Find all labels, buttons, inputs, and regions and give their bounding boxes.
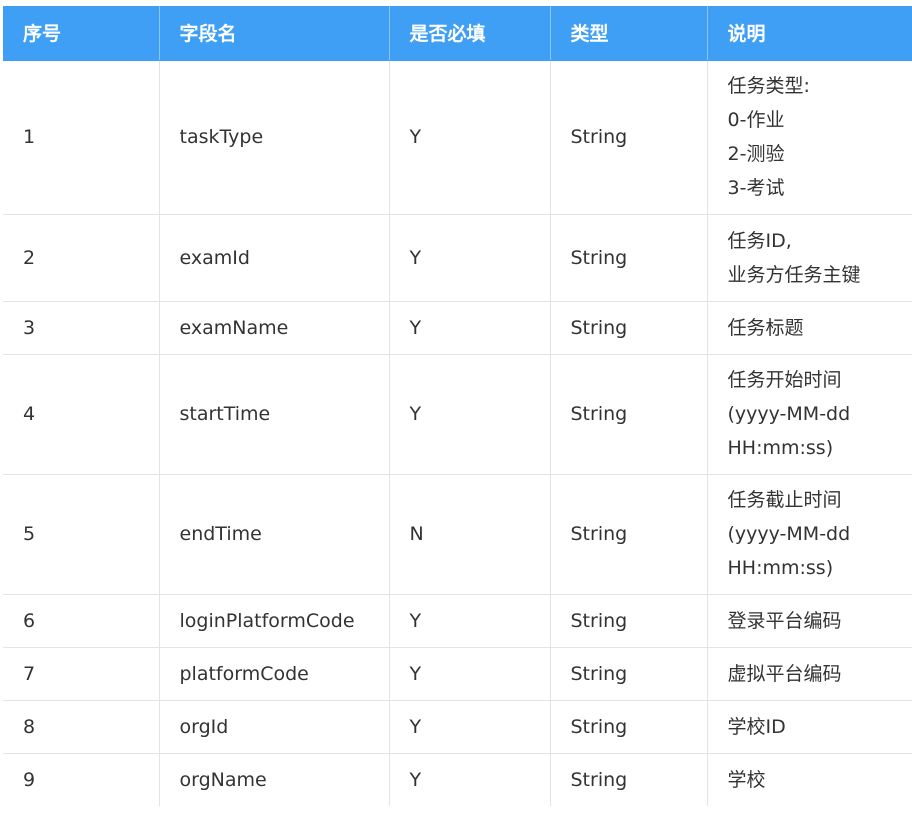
table-body: 1 taskType Y String 任务类型: 0-作业 2-测验 3-考试… bbox=[3, 60, 912, 806]
cell-type: String bbox=[550, 354, 708, 475]
table-row: 3 examName Y String 任务标题 bbox=[3, 301, 912, 355]
cell-field: startTime bbox=[159, 354, 390, 475]
cell-type: String bbox=[550, 700, 708, 754]
cell-desc: 虚拟平台编码 bbox=[707, 647, 912, 701]
desc-line: 虚拟平台编码 bbox=[727, 662, 842, 685]
cell-desc: 学校 bbox=[707, 753, 912, 806]
header-required: 是否必填 bbox=[389, 6, 551, 61]
cell-field: endTime bbox=[159, 474, 390, 595]
header-field: 字段名 bbox=[159, 6, 390, 61]
header-no: 序号 bbox=[3, 6, 160, 61]
desc-line: 登录平台编码 bbox=[727, 609, 842, 632]
cell-no: 2 bbox=[3, 214, 160, 302]
cell-field: examName bbox=[159, 301, 390, 355]
cell-required: Y bbox=[389, 647, 551, 701]
cell-desc: 登录平台编码 bbox=[707, 594, 912, 648]
header-row: 序号 字段名 是否必填 类型 说明 bbox=[3, 6, 912, 61]
table-row: 7 platformCode Y String 虚拟平台编码 bbox=[3, 647, 912, 701]
cell-type: String bbox=[550, 301, 708, 355]
cell-required: Y bbox=[389, 594, 551, 648]
cell-type: String bbox=[550, 60, 708, 215]
cell-no: 1 bbox=[3, 60, 160, 215]
desc-line: HH:mm:ss) bbox=[727, 437, 834, 459]
cell-required: N bbox=[389, 474, 551, 595]
desc-line: 任务类型: bbox=[727, 75, 810, 97]
cell-required: Y bbox=[389, 700, 551, 754]
desc-line: 0-作业 bbox=[727, 109, 785, 131]
cell-desc: 任务ID, 业务方任务主键 bbox=[707, 214, 912, 302]
desc-line: 任务开始时间 bbox=[727, 369, 842, 391]
cell-no: 4 bbox=[3, 354, 160, 475]
cell-field: examId bbox=[159, 214, 390, 302]
desc-line: (yyyy-MM-dd bbox=[727, 523, 851, 545]
cell-desc: 学校ID bbox=[707, 700, 912, 754]
desc-line: 学校 bbox=[727, 768, 766, 791]
field-table: 序号 字段名 是否必填 类型 说明 1 taskType Y String 任务… bbox=[3, 6, 912, 806]
table-row: 2 examId Y String 任务ID, 业务方任务主键 bbox=[3, 214, 912, 302]
header-desc: 说明 bbox=[707, 6, 912, 61]
cell-type: String bbox=[550, 474, 708, 595]
table-header: 序号 字段名 是否必填 类型 说明 bbox=[3, 6, 912, 61]
cell-type: String bbox=[550, 753, 708, 806]
field-table-container: 序号 字段名 是否必填 类型 说明 1 taskType Y String 任务… bbox=[3, 6, 912, 806]
cell-no: 5 bbox=[3, 474, 160, 595]
table-row: 9 orgName Y String 学校 bbox=[3, 753, 912, 806]
desc-line: 3-考试 bbox=[727, 177, 785, 199]
header-type: 类型 bbox=[550, 6, 708, 61]
desc-line: HH:mm:ss) bbox=[727, 557, 834, 579]
cell-field: taskType bbox=[159, 60, 390, 215]
desc-line: 学校ID bbox=[727, 715, 786, 738]
table-row: 5 endTime N String 任务截止时间 (yyyy-MM-dd HH… bbox=[3, 474, 912, 595]
table-row: 1 taskType Y String 任务类型: 0-作业 2-测验 3-考试 bbox=[3, 60, 912, 215]
cell-desc: 任务截止时间 (yyyy-MM-dd HH:mm:ss) bbox=[707, 474, 912, 595]
cell-no: 7 bbox=[3, 647, 160, 701]
cell-desc: 任务标题 bbox=[707, 301, 912, 355]
desc-line: (yyyy-MM-dd bbox=[727, 403, 851, 425]
cell-no: 3 bbox=[3, 301, 160, 355]
cell-type: String bbox=[550, 214, 708, 302]
desc-line: 任务标题 bbox=[727, 316, 804, 339]
cell-field: loginPlatformCode bbox=[159, 594, 390, 648]
cell-type: String bbox=[550, 594, 708, 648]
desc-line: 业务方任务主键 bbox=[727, 263, 861, 286]
cell-required: Y bbox=[389, 753, 551, 806]
cell-field: orgName bbox=[159, 753, 390, 806]
cell-no: 8 bbox=[3, 700, 160, 754]
desc-line: 任务截止时间 bbox=[727, 489, 842, 511]
cell-required: Y bbox=[389, 214, 551, 302]
desc-line: 任务ID, bbox=[727, 229, 792, 252]
cell-type: String bbox=[550, 647, 708, 701]
cell-required: Y bbox=[389, 60, 551, 215]
cell-field: orgId bbox=[159, 700, 390, 754]
cell-desc: 任务类型: 0-作业 2-测验 3-考试 bbox=[707, 60, 912, 215]
cell-required: Y bbox=[389, 354, 551, 475]
cell-desc: 任务开始时间 (yyyy-MM-dd HH:mm:ss) bbox=[707, 354, 912, 475]
cell-no: 9 bbox=[3, 753, 160, 806]
table-row: 6 loginPlatformCode Y String 登录平台编码 bbox=[3, 594, 912, 648]
cell-no: 6 bbox=[3, 594, 160, 648]
table-row: 8 orgId Y String 学校ID bbox=[3, 700, 912, 754]
cell-required: Y bbox=[389, 301, 551, 355]
cell-field: platformCode bbox=[159, 647, 390, 701]
table-row: 4 startTime Y String 任务开始时间 (yyyy-MM-dd … bbox=[3, 354, 912, 475]
desc-line: 2-测验 bbox=[727, 143, 785, 165]
